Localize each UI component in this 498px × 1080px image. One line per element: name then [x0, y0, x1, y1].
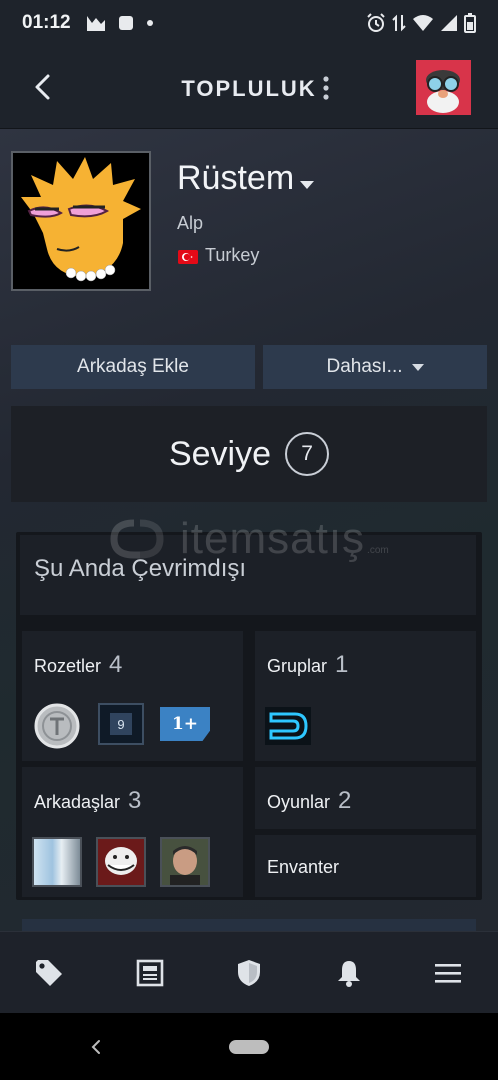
- profile-area: Rüstem Alp Turkey Arkadaş Ekle Dahası...…: [0, 129, 498, 931]
- badges-card[interactable]: Rozetler 4 9 1+: [22, 631, 243, 761]
- add-friend-button[interactable]: Arkadaş Ekle: [11, 345, 255, 389]
- friend-avatar-1[interactable]: [32, 837, 82, 887]
- add-friend-label: Arkadaş Ekle: [77, 356, 189, 377]
- status-left-icons: [86, 14, 154, 32]
- badges-label: Rozetler: [34, 656, 102, 676]
- shield-icon[interactable]: [234, 958, 264, 988]
- next-section-edge: [22, 919, 476, 931]
- inventory-card[interactable]: Envanter: [255, 835, 476, 897]
- watermark-subtext: .com: [367, 544, 389, 556]
- name-dropdown-caret-icon[interactable]: [300, 181, 314, 189]
- inventory-label: Envanter: [267, 857, 340, 877]
- status-bar: 01:12: [0, 0, 498, 48]
- troll-face-avatar-icon: [98, 839, 144, 885]
- groups-card[interactable]: Gruplar 1: [255, 631, 476, 761]
- badges-count: 4: [109, 651, 123, 678]
- turkey-flag-icon: [178, 250, 198, 264]
- app-header: TOPLULUK: [0, 48, 498, 129]
- chevron-down-icon: [411, 363, 424, 371]
- group-avatar[interactable]: [265, 707, 311, 745]
- friends-title: Arkadaşlar 3: [34, 787, 141, 815]
- user-avatar[interactable]: [416, 60, 471, 115]
- friend-avatar-3[interactable]: [160, 837, 210, 887]
- bottom-nav: [0, 931, 498, 1014]
- games-count: 2: [338, 787, 352, 814]
- news-icon[interactable]: [135, 958, 165, 988]
- person-photo-avatar-icon: [162, 839, 208, 885]
- level-label: Seviye: [168, 434, 272, 473]
- menu-icon[interactable]: [433, 958, 463, 988]
- lisa-simpson-avatar-icon: [13, 153, 149, 289]
- alarm-icon: [367, 13, 385, 32]
- watermark-logo-icon: [110, 519, 164, 559]
- years-badge-text: 1+: [171, 714, 199, 734]
- badges-title: Rozetler 4: [34, 651, 122, 679]
- years-badge[interactable]: 1+: [160, 707, 210, 741]
- android-nav-bar: [0, 1013, 498, 1080]
- silver-coin-badge[interactable]: [34, 703, 80, 749]
- watermark: itemsatış .com: [104, 514, 389, 564]
- level-box[interactable]: Seviye 7: [11, 406, 487, 502]
- bell-icon[interactable]: [334, 958, 364, 988]
- friends-count: 3: [128, 787, 142, 814]
- signal-icon: [441, 15, 457, 31]
- nine-badge[interactable]: 9: [98, 703, 144, 745]
- profile-name: Rüstem: [177, 159, 295, 197]
- data-arrows-icon: [392, 14, 406, 32]
- friends-label: Arkadaşlar: [34, 792, 121, 812]
- image-icon: [87, 16, 105, 31]
- groups-title: Gruplar 1: [267, 651, 348, 679]
- nine-badge-text: 9: [110, 713, 132, 735]
- friends-card[interactable]: Arkadaşlar 3: [22, 767, 243, 897]
- watermark-text: itemsatış: [180, 514, 366, 563]
- profile-avatar: [11, 151, 151, 291]
- level-badge: 7: [285, 432, 330, 476]
- square-icon: [119, 16, 133, 30]
- more-label: Dahası...: [326, 356, 403, 377]
- kebab-menu-icon[interactable]: [318, 74, 334, 102]
- games-title: Oyunlar 2: [267, 787, 351, 815]
- status-time: 01:12: [22, 12, 71, 33]
- groups-count: 1: [335, 651, 349, 678]
- system-back-icon[interactable]: [88, 1039, 104, 1055]
- wifi-icon: [413, 15, 433, 31]
- old-man-avatar-icon: [416, 60, 471, 115]
- silver-coin-badge-icon: [34, 703, 80, 749]
- group-logo-icon: [265, 707, 311, 745]
- games-label: Oyunlar: [267, 792, 331, 812]
- friend-avatar-2[interactable]: [96, 837, 146, 887]
- system-home-pill[interactable]: [229, 1040, 269, 1054]
- groups-label: Gruplar: [267, 656, 328, 676]
- tag-icon[interactable]: [34, 958, 64, 988]
- more-button[interactable]: Dahası...: [263, 345, 487, 389]
- status-right-icons: [366, 13, 476, 33]
- games-card[interactable]: Oyunlar 2: [255, 767, 476, 829]
- dot-icon: [147, 20, 153, 26]
- battery-icon: [464, 13, 476, 33]
- profile-real-name: Alp: [177, 213, 204, 233]
- profile-country: Turkey: [205, 245, 260, 265]
